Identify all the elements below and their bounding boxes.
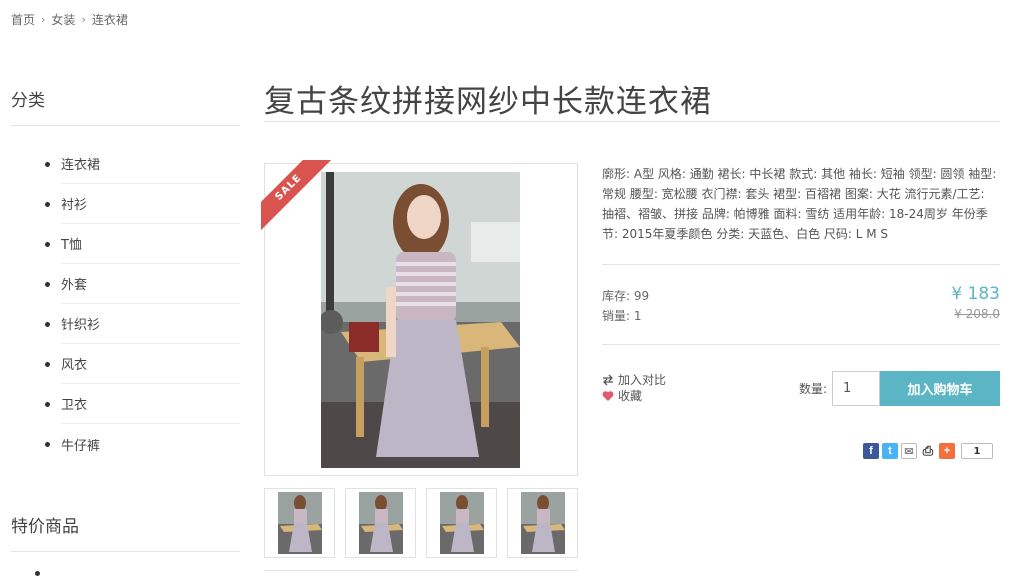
category-item-jackets[interactable]: 外套	[45, 264, 240, 304]
category-label: 针织衫	[61, 318, 101, 333]
divider	[264, 570, 578, 571]
favorite-link[interactable]: 收藏	[602, 388, 666, 404]
share-bar: f t ✉ ⎙ + 1	[863, 443, 993, 459]
breadcrumb-home[interactable]: 首页	[11, 11, 35, 28]
bullet-icon	[35, 571, 40, 576]
heart-icon	[602, 391, 614, 401]
bullet-icon	[45, 202, 50, 207]
quantity-label: 数量:	[799, 382, 828, 396]
share-count: 1	[961, 443, 993, 459]
category-item-tshirts[interactable]: T恤	[45, 224, 240, 264]
category-label: 卫衣	[61, 398, 88, 413]
favorite-label: 收藏	[618, 389, 643, 403]
product-main-image[interactable]: SALE	[261, 160, 578, 476]
stock-info: 库存: 99 销量: 1	[602, 286, 649, 326]
thumbnail-2[interactable]	[345, 488, 416, 558]
sidebar: 分类 连衣裙 衬衫 T恤 外套 针织衫 风衣 卫衣 牛仔裤 特价商品	[11, 80, 240, 552]
breadcrumb-dresses[interactable]: 连衣裙	[92, 11, 128, 28]
category-label: T恤	[61, 238, 82, 253]
bullet-icon	[45, 362, 50, 367]
stock-label: 库存: 99	[602, 289, 650, 303]
bullet-icon	[45, 242, 50, 247]
current-price: ¥ 183	[951, 284, 1000, 304]
facebook-icon[interactable]: f	[863, 443, 879, 459]
bullet-icon	[45, 322, 50, 327]
thumbnail-4[interactable]	[507, 488, 578, 558]
bullet-icon	[45, 442, 50, 447]
category-label: 风衣	[61, 358, 88, 373]
breadcrumb-women[interactable]: 女装	[51, 11, 75, 28]
print-icon[interactable]: ⎙	[920, 443, 936, 459]
category-item-trenchcoats[interactable]: 风衣	[45, 344, 240, 384]
compare-label: 加入对比	[618, 373, 667, 387]
sales-label: 销量: 1	[602, 309, 642, 323]
bullet-icon	[45, 162, 50, 167]
add-to-cart-button[interactable]: 加入购物车	[880, 371, 1000, 406]
category-label: 连衣裙	[61, 158, 101, 173]
category-item-hoodies[interactable]: 卫衣	[45, 384, 240, 424]
thumbnail-1[interactable]	[264, 488, 335, 558]
price-block: ¥ 183 ¥ 208.0	[951, 284, 1000, 321]
product-actions: 加入对比 收藏	[602, 372, 666, 404]
product-photo	[321, 172, 520, 468]
divider	[264, 121, 1000, 122]
breadcrumb: 首页 › 女装 › 连衣裙	[11, 11, 128, 28]
add-to-compare-link[interactable]: 加入对比	[602, 372, 666, 388]
thumbnail-3[interactable]	[426, 488, 497, 558]
bullet-icon	[45, 402, 50, 407]
product-description: 廓形: A型 风格: 通勤 裙长: 中长裙 款式: 其他 袖长: 短袖 领型: …	[602, 167, 997, 241]
category-label: 衬衫	[61, 198, 88, 213]
category-item-jeans[interactable]: 牛仔裤	[45, 424, 240, 464]
category-item-dresses[interactable]: 连衣裙	[45, 144, 240, 184]
category-label: 外套	[61, 278, 88, 293]
thumbnail-strip	[264, 488, 578, 558]
category-label: 牛仔裤	[61, 438, 101, 454]
quantity-input[interactable]	[832, 371, 880, 406]
twitter-icon[interactable]: t	[882, 443, 898, 459]
chevron-right-icon: ›	[81, 13, 86, 26]
plus-share-icon[interactable]: +	[939, 443, 955, 459]
compare-icon	[603, 374, 613, 386]
category-list: 连衣裙 衬衫 T恤 外套 针织衫 风衣 卫衣 牛仔裤	[11, 144, 240, 464]
category-item-shirts[interactable]: 衬衫	[45, 184, 240, 224]
categories-heading: 分类	[11, 80, 240, 126]
specials-heading: 特价商品	[11, 506, 240, 552]
email-icon[interactable]: ✉	[901, 443, 917, 459]
divider	[602, 344, 1000, 345]
category-item-knitwear[interactable]: 针织衫	[45, 304, 240, 344]
original-price: ¥ 208.0	[954, 307, 1000, 321]
bullet-icon	[45, 282, 50, 287]
chevron-right-icon: ›	[41, 13, 46, 26]
divider	[602, 264, 1000, 265]
product-title: 复古条纹拼接网纱中长款连衣裙	[264, 84, 712, 120]
